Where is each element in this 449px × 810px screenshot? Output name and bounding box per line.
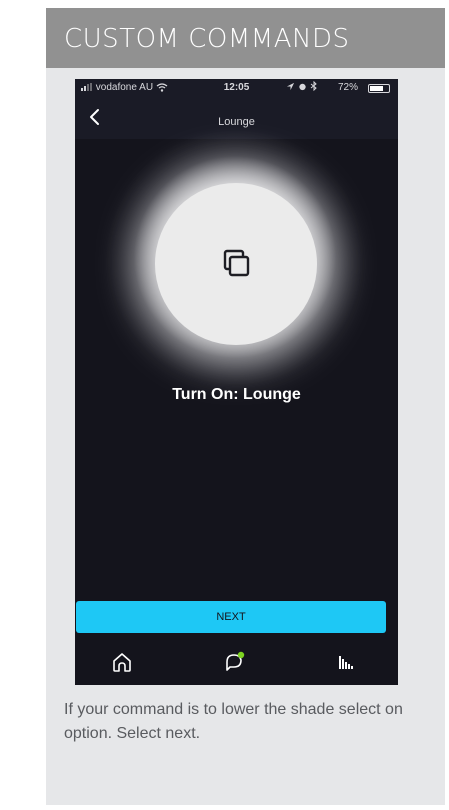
stats-icon[interactable] [333, 649, 359, 675]
custom-commands-card: CUSTOM COMMANDS vodafone AU 12:05 72% Lo… [46, 8, 445, 805]
battery-percent: 72% [337, 82, 358, 93]
battery-icon [368, 84, 390, 93]
card-header: CUSTOM COMMANDS [46, 8, 445, 68]
location-arrow-icon [287, 82, 295, 91]
home-icon[interactable] [109, 649, 135, 675]
card-title: CUSTOM COMMANDS [64, 24, 350, 54]
status-icons [286, 80, 318, 94]
card-caption: If your command is to lower the shade se… [64, 701, 403, 742]
scene-label: Turn On: Lounge [172, 386, 301, 403]
notification-dot [237, 651, 245, 659]
bluetooth-icon [310, 80, 317, 92]
scene-button[interactable] [155, 183, 317, 345]
status-bar: vodafone AU 12:05 72% [75, 79, 398, 97]
next-button[interactable]: NEXT [76, 601, 386, 633]
scene-squares-icon [223, 249, 250, 277]
phone-screenshot: vodafone AU 12:05 72% Lounge Turn On: Lo… [75, 79, 398, 685]
tab-bar [75, 639, 398, 685]
chat-bubble-icon[interactable] [221, 649, 247, 675]
alarm-icon [299, 83, 306, 91]
